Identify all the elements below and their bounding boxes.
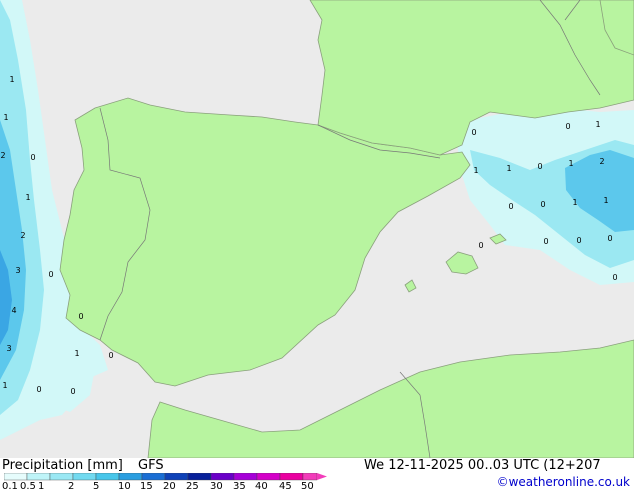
precip-label: 3 bbox=[15, 266, 20, 275]
precip-label: 1 bbox=[3, 113, 8, 122]
legend-tick-label: 25 bbox=[186, 481, 199, 492]
precip-label: 0 bbox=[30, 153, 35, 162]
legend-overflow-arrow bbox=[317, 473, 327, 480]
legend-tick-label: 20 bbox=[163, 481, 176, 492]
legend-swatch bbox=[26, 473, 51, 481]
precip-label: 0 bbox=[478, 241, 483, 250]
precip-label: 0 bbox=[576, 236, 581, 245]
precip-label: 0 bbox=[612, 273, 617, 282]
title-valid-time: We 12-11-2025 00..03 UTC (12+207 bbox=[364, 458, 601, 473]
precip-label: 1 bbox=[74, 349, 79, 358]
legend-swatch bbox=[49, 473, 74, 481]
precip-label: 1 bbox=[2, 381, 7, 390]
map-footer: Precipitation [mm] GFS We 12-11-2025 00.… bbox=[0, 458, 634, 492]
precip-label: 1 bbox=[568, 159, 573, 168]
legend-tick-label: 1 bbox=[38, 481, 45, 492]
legend-tick-label: 35 bbox=[233, 481, 246, 492]
precip-label: 2 bbox=[0, 151, 5, 160]
precip-label: 0 bbox=[543, 237, 548, 246]
legend-swatch bbox=[279, 473, 304, 481]
precip-label: 1 bbox=[595, 120, 600, 129]
title-model: GFS bbox=[138, 458, 164, 473]
precip-label: 0 bbox=[108, 351, 113, 360]
legend-tick-label: 15 bbox=[140, 481, 153, 492]
precip-label: 4 bbox=[11, 306, 16, 315]
precipitation-map: 1 1 2 0 1 2 3 0 4 0 3 1 0 1 0 0 0 0 1 1 … bbox=[0, 0, 634, 458]
legend-tick-label: 5 bbox=[93, 481, 100, 492]
legend-swatch bbox=[256, 473, 281, 481]
precip-label: 1 bbox=[473, 166, 478, 175]
precip-label: 1 bbox=[603, 196, 608, 205]
precip-label: 0 bbox=[48, 270, 53, 279]
precip-label: 1 bbox=[572, 198, 577, 207]
legend-tick-label: 50 bbox=[301, 481, 314, 492]
legend-tick-label: 45 bbox=[279, 481, 292, 492]
legend-tick-label: 40 bbox=[255, 481, 268, 492]
legend-swatch bbox=[4, 473, 28, 481]
precip-label: 0 bbox=[78, 312, 83, 321]
legend-swatch bbox=[72, 473, 97, 481]
legend-tick-label: 0.5 bbox=[20, 481, 36, 492]
precip-label: 0 bbox=[537, 162, 542, 171]
color-scale-ticks: 0.1 0.5 1 2 5 10 15 20 25 30 35 40 45 50 bbox=[0, 481, 340, 492]
precip-label: 0 bbox=[508, 202, 513, 211]
precip-label: 2 bbox=[599, 157, 604, 166]
precip-label: 0 bbox=[565, 122, 570, 131]
legend-swatch bbox=[187, 473, 212, 481]
legend-swatch bbox=[164, 473, 189, 481]
legend-swatch bbox=[141, 473, 166, 481]
legend-tick-label: 0.1 bbox=[2, 481, 18, 492]
legend-swatch bbox=[118, 473, 143, 481]
precip-label: 0 bbox=[471, 128, 476, 137]
legend-tick-label: 2 bbox=[68, 481, 75, 492]
precip-label: 0 bbox=[36, 385, 41, 394]
legend-swatch bbox=[302, 473, 318, 481]
credit-link[interactable]: ©weatheronline.co.uk bbox=[497, 475, 630, 489]
precip-label: 3 bbox=[6, 344, 11, 353]
legend-swatch bbox=[210, 473, 235, 481]
precip-label: 0 bbox=[607, 234, 612, 243]
legend-tick-label: 30 bbox=[210, 481, 223, 492]
precip-label: 0 bbox=[70, 387, 75, 396]
title-precipitation: Precipitation [mm] bbox=[2, 458, 123, 473]
precip-label: 2 bbox=[20, 231, 25, 240]
legend-swatch bbox=[233, 473, 258, 481]
precip-label: 1 bbox=[506, 164, 511, 173]
legend-swatch bbox=[95, 473, 120, 481]
precip-label: 1 bbox=[9, 75, 14, 84]
precip-label: 0 bbox=[540, 200, 545, 209]
precip-label: 1 bbox=[25, 193, 30, 202]
legend-tick-label: 10 bbox=[118, 481, 131, 492]
